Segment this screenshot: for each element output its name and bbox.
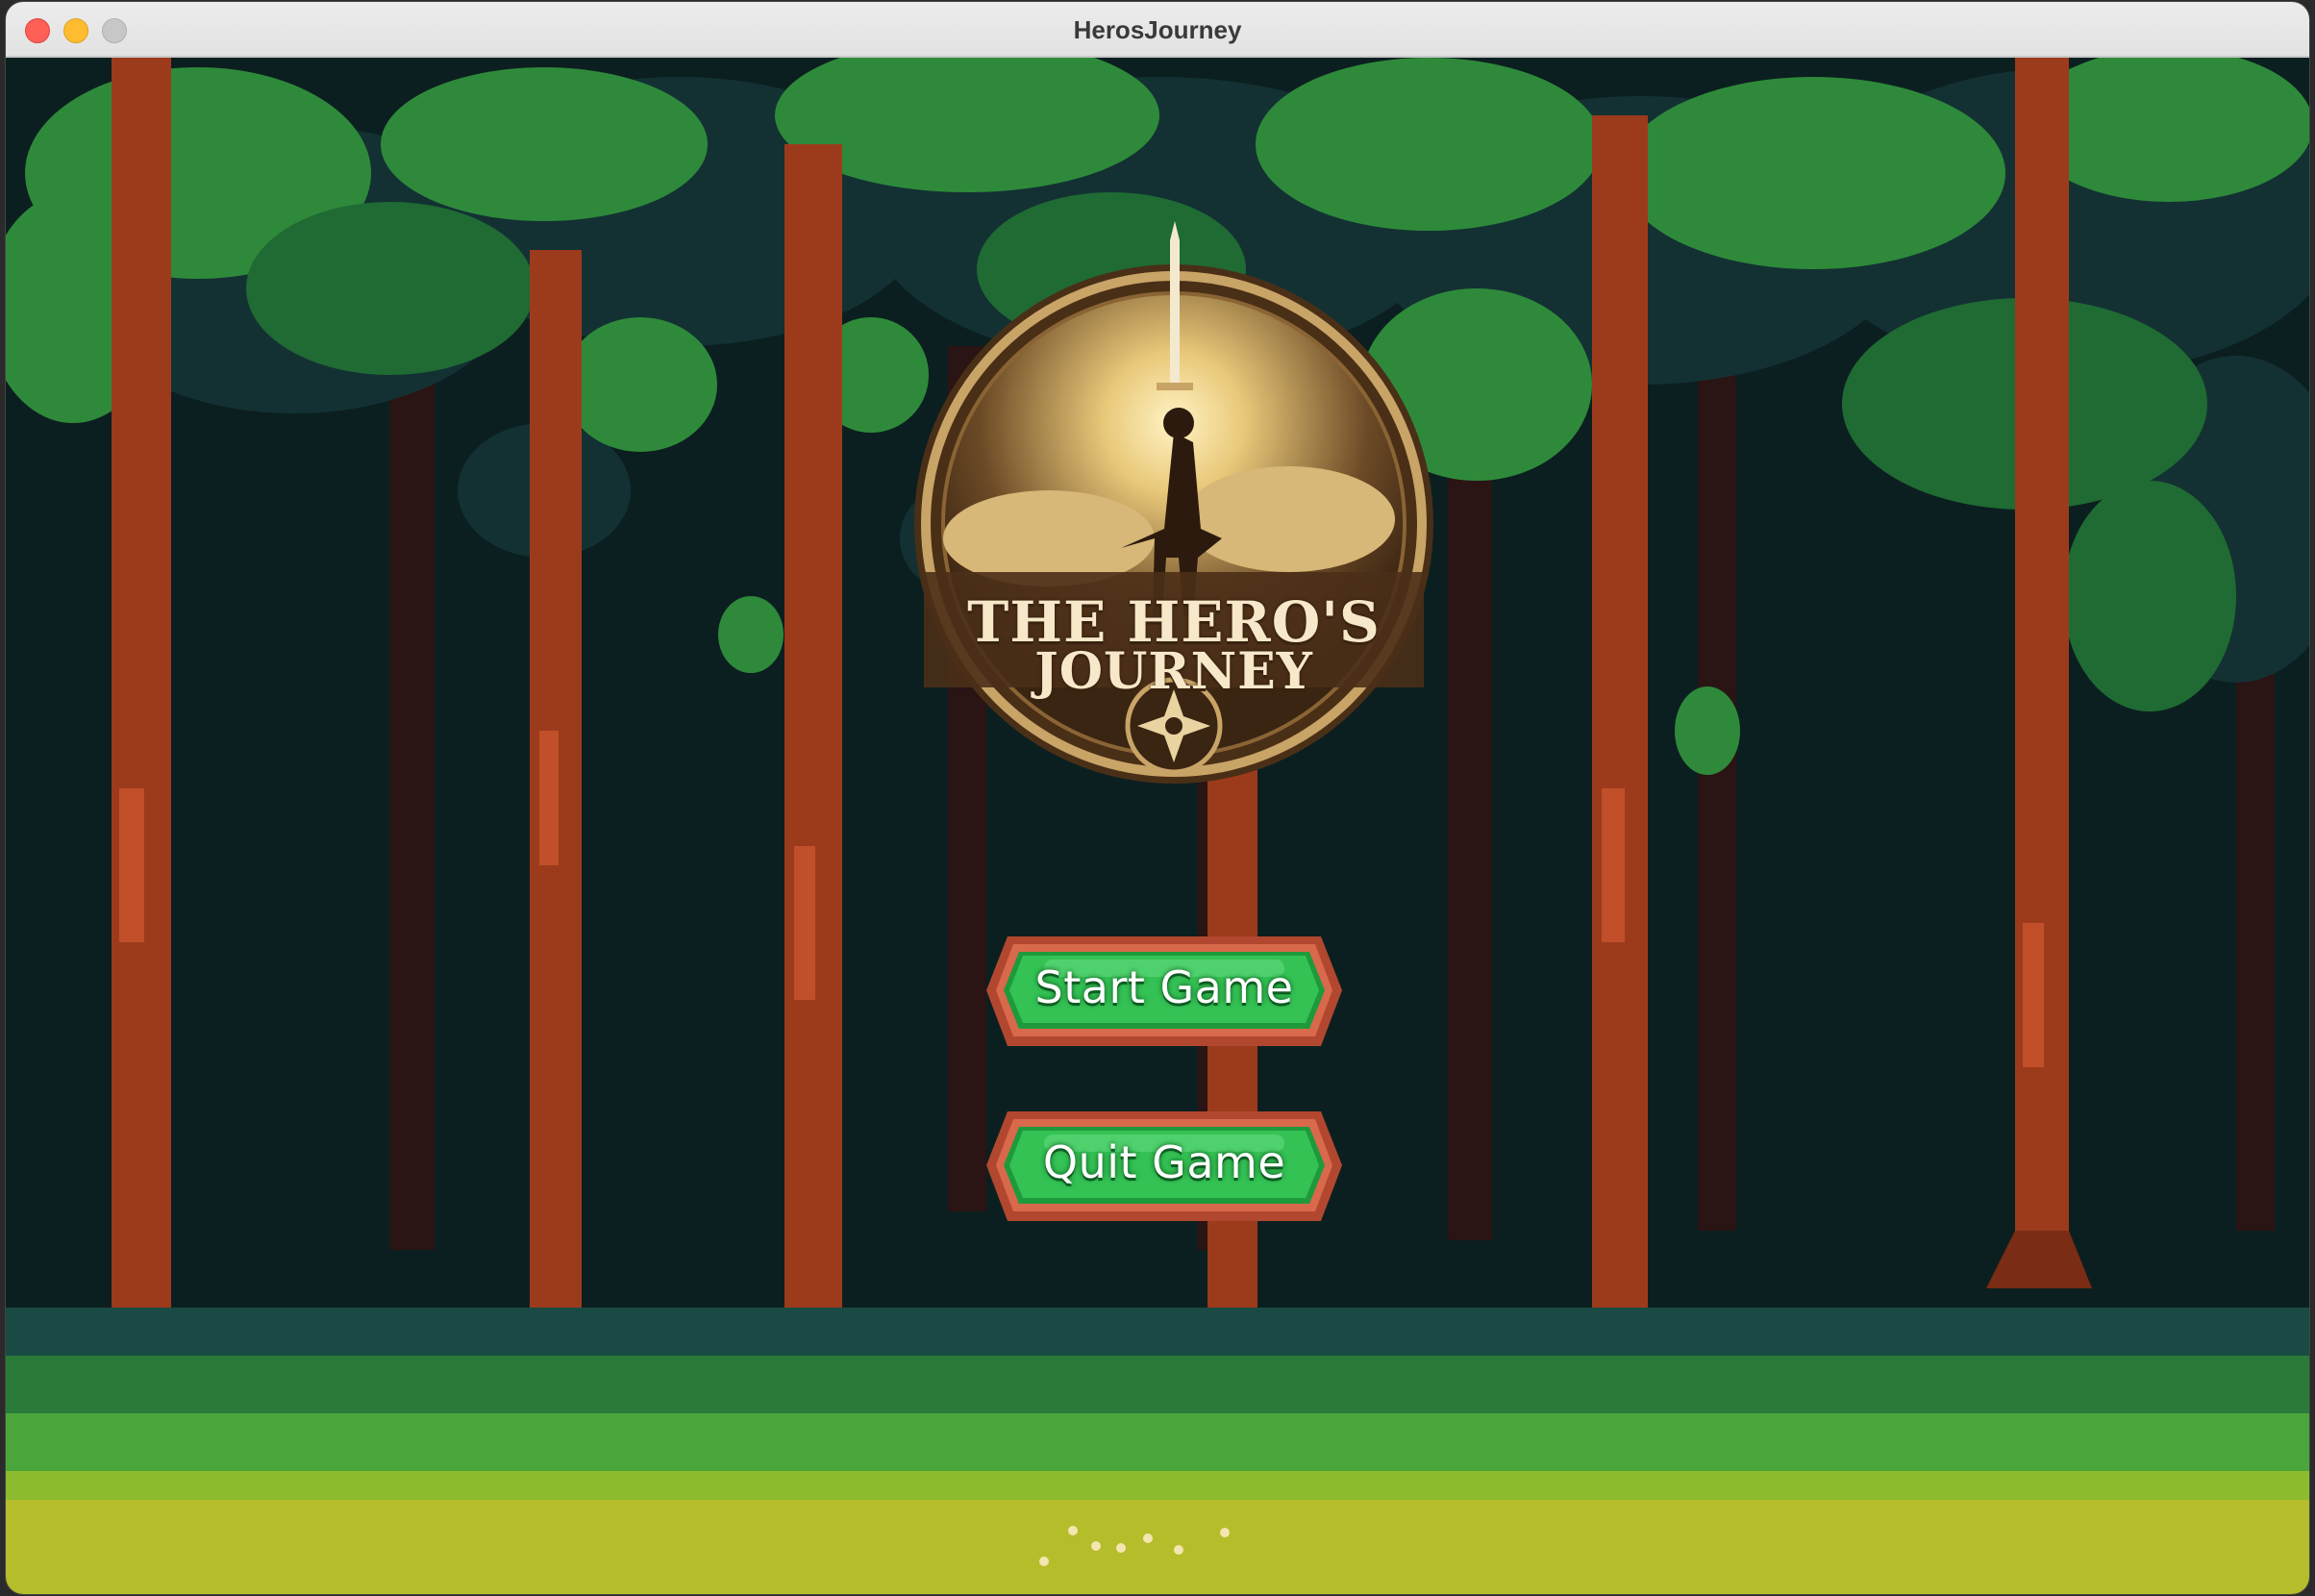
forest-background: THE HERO'S JOURNEY Start Game Quit Game: [6, 38, 2309, 1594]
logo-title-line2: JOURNEY: [1034, 642, 1313, 701]
quit-game-label: Quit Game: [1042, 1136, 1286, 1188]
title-bar: HerosJourney: [6, 2, 2309, 58]
window-title: HerosJourney: [1073, 15, 1242, 44]
start-game-label: Start Game: [1034, 961, 1294, 1013]
start-game-button[interactable]: Start Game: [986, 935, 1342, 1048]
game-window: HerosJourney THE HERO'S JOURNEY Start Ga…: [6, 2, 2309, 1594]
game-logo: THE HERO'S JOURNEY: [905, 212, 1443, 788]
quit-game-button[interactable]: Quit Game: [986, 1110, 1342, 1223]
